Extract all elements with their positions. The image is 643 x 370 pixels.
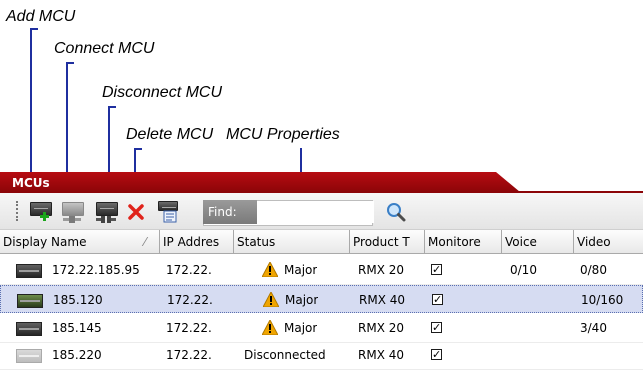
ip-address-cell: 172.22. (167, 293, 213, 307)
callout-line (30, 28, 32, 188)
add-mcu-icon[interactable] (28, 200, 52, 224)
connect-mcu-icon[interactable] (60, 200, 84, 224)
monitored-checkbox[interactable]: ✓ (432, 294, 443, 305)
table-row[interactable]: 185.145 172.22. Major RMX 20 ✓ 3/40 (0, 314, 643, 343)
voice-cell: 0/10 (510, 263, 537, 277)
column-header-monitored[interactable]: Monitore (425, 230, 502, 254)
mcu-icon (16, 349, 42, 363)
column-header-product-type[interactable]: Product T (350, 230, 425, 254)
status-cell: Disconnected (244, 348, 326, 362)
callout-line (66, 62, 74, 64)
status-cell: Major (284, 263, 318, 277)
column-header-label: Voice (505, 235, 537, 249)
mcu-properties-callout: MCU Properties (226, 126, 340, 143)
callout-line (108, 106, 116, 108)
product-type-cell: RMX 40 (358, 348, 404, 362)
add-mcu-callout: Add MCU (6, 8, 76, 25)
column-header-label: IP Addres (163, 235, 220, 249)
delete-mcu-callout: Delete MCU (126, 126, 214, 143)
warning-icon (262, 320, 278, 335)
sort-indicator-icon: ⁄ (144, 235, 147, 249)
monitored-checkbox[interactable]: ✓ (431, 349, 442, 360)
callout-line (134, 148, 142, 150)
status-cell: Major (284, 321, 318, 335)
column-header-status[interactable]: Status (234, 230, 350, 254)
column-header-label: Display Name (3, 235, 87, 249)
mcus-tab[interactable] (0, 172, 520, 192)
table-row[interactable]: 172.22.185.95 172.22. Major RMX 20 ✓ 0/1… (0, 256, 643, 285)
search-icon[interactable] (384, 200, 408, 224)
mcus-tab-label: MCUs (12, 176, 50, 190)
warning-icon (263, 292, 279, 307)
column-header-voice[interactable]: Voice (502, 230, 574, 254)
column-header-label: Product T (353, 235, 410, 249)
toolbar-grip[interactable] (16, 201, 20, 221)
table-row[interactable]: 185.220 172.22. Disconnected RMX 40 ✓ (0, 341, 643, 370)
column-header-label: Video (577, 235, 611, 249)
disconnect-mcu-icon[interactable] (94, 200, 118, 224)
mcu-icon (16, 264, 42, 278)
product-type-cell: RMX 20 (358, 263, 404, 277)
product-type-cell: RMX 20 (358, 321, 404, 335)
video-cell: 10/160 (581, 293, 624, 307)
delete-mcu-icon[interactable] (124, 200, 148, 224)
table-row[interactable]: 185.120 172.22. Major RMX 40 ✓ 10/160 (0, 285, 643, 313)
ip-address-cell: 172.22. (166, 321, 212, 335)
display-name-cell: 172.22.185.95 (52, 263, 140, 277)
column-header-display-name[interactable]: Display Name ⁄ (0, 230, 160, 254)
status-cell: Major (285, 293, 319, 307)
disconnect-mcu-callout: Disconnect MCU (102, 84, 223, 101)
column-header-ip-address[interactable]: IP Addres (160, 230, 234, 254)
video-cell: 0/80 (580, 263, 607, 277)
mcu-icon (16, 322, 42, 336)
find-label: Find: (203, 200, 257, 224)
warning-icon (262, 262, 278, 277)
monitored-checkbox[interactable]: ✓ (431, 322, 442, 333)
monitored-checkbox[interactable]: ✓ (431, 264, 442, 275)
column-header-label: Status (237, 235, 276, 249)
display-name-cell: 185.220 (52, 348, 102, 362)
display-name-cell: 185.120 (53, 293, 103, 307)
mcu-icon (17, 294, 43, 308)
display-name-cell: 185.145 (52, 321, 102, 335)
column-header-label: Monitore (428, 235, 481, 249)
ip-address-cell: 172.22. (166, 263, 212, 277)
connect-mcu-callout: Connect MCU (54, 40, 155, 57)
product-type-cell: RMX 40 (359, 293, 405, 307)
mcu-properties-icon[interactable] (156, 200, 180, 224)
column-header-video[interactable]: Video (574, 230, 643, 254)
video-cell: 3/40 (580, 321, 607, 335)
callout-line (30, 28, 38, 30)
ip-address-cell: 172.22. (166, 348, 212, 362)
find-input[interactable] (258, 201, 374, 223)
